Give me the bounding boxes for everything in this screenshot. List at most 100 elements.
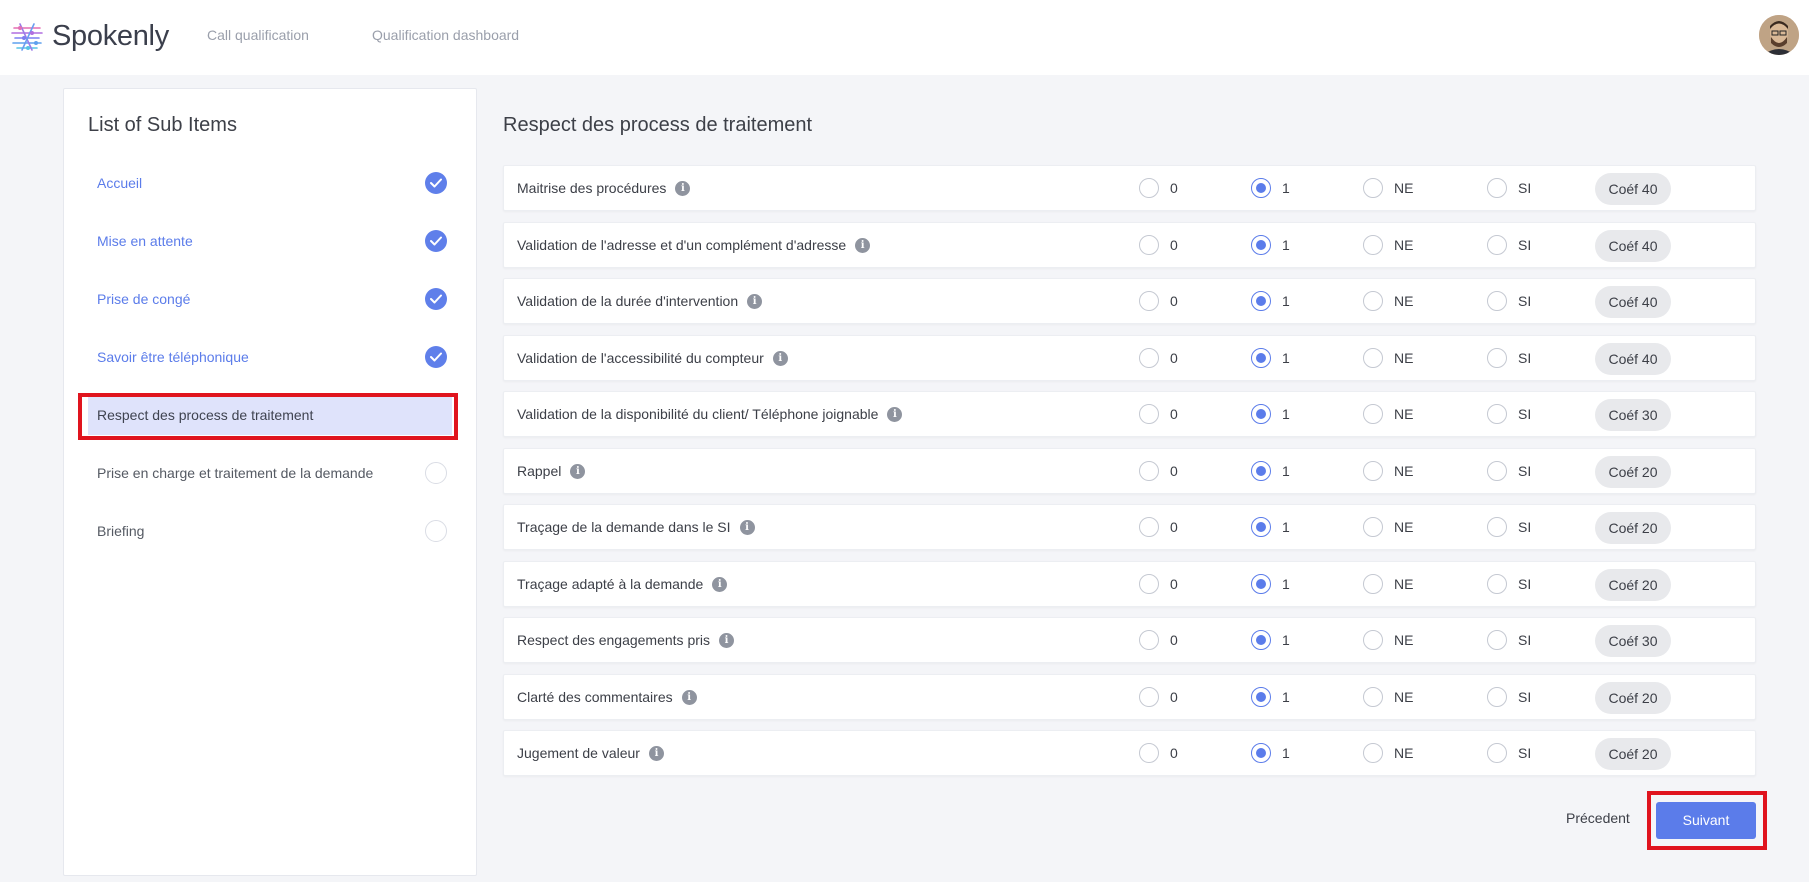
score-option[interactable]: NE (1363, 404, 1413, 424)
radio-checked-icon[interactable] (1251, 517, 1271, 537)
score-option[interactable]: 1 (1251, 630, 1290, 650)
info-icon[interactable] (887, 406, 903, 422)
radio-unchecked-icon[interactable] (1139, 630, 1159, 650)
radio-unchecked-icon[interactable] (1139, 687, 1159, 707)
sub-item-briefing[interactable]: Briefing (88, 511, 452, 551)
score-option[interactable]: SI (1487, 178, 1531, 198)
score-option[interactable]: NE (1363, 574, 1413, 594)
score-option[interactable]: 0 (1139, 687, 1178, 707)
score-option[interactable]: SI (1487, 291, 1531, 311)
score-option[interactable]: 0 (1139, 348, 1178, 368)
score-option[interactable]: SI (1487, 687, 1531, 707)
radio-unchecked-icon[interactable] (1487, 687, 1507, 707)
radio-unchecked-icon[interactable] (1487, 461, 1507, 481)
logo[interactable]: Spokenly (10, 16, 169, 56)
radio-checked-icon[interactable] (1251, 461, 1271, 481)
nav-call-qualification[interactable]: Call qualification (207, 27, 309, 43)
radio-checked-icon[interactable] (1251, 630, 1271, 650)
nav-qualification-dashboard[interactable]: Qualification dashboard (372, 27, 519, 43)
score-option[interactable]: 0 (1139, 404, 1178, 424)
info-icon[interactable] (648, 745, 664, 761)
info-icon[interactable] (772, 350, 788, 366)
score-option[interactable]: 0 (1139, 461, 1178, 481)
radio-checked-icon[interactable] (1251, 743, 1271, 763)
score-option[interactable]: 1 (1251, 291, 1290, 311)
radio-unchecked-icon[interactable] (1487, 348, 1507, 368)
sub-item-savoir-etre[interactable]: Savoir être téléphonique (88, 337, 452, 377)
score-option[interactable]: SI (1487, 574, 1531, 594)
radio-unchecked-icon[interactable] (1139, 461, 1159, 481)
radio-unchecked-icon[interactable] (1487, 743, 1507, 763)
radio-unchecked-icon[interactable] (1363, 178, 1383, 198)
radio-checked-icon[interactable] (1251, 404, 1271, 424)
score-option[interactable]: 0 (1139, 574, 1178, 594)
score-option[interactable]: SI (1487, 461, 1531, 481)
radio-unchecked-icon[interactable] (1487, 404, 1507, 424)
radio-checked-icon[interactable] (1251, 687, 1271, 707)
radio-checked-icon[interactable] (1251, 291, 1271, 311)
radio-unchecked-icon[interactable] (1363, 348, 1383, 368)
score-option[interactable]: SI (1487, 517, 1531, 537)
score-option[interactable]: 0 (1139, 291, 1178, 311)
score-option[interactable]: NE (1363, 743, 1413, 763)
score-option[interactable]: NE (1363, 348, 1413, 368)
info-icon[interactable] (747, 293, 763, 309)
radio-unchecked-icon[interactable] (1363, 235, 1383, 255)
score-option[interactable]: NE (1363, 235, 1413, 255)
info-icon[interactable] (570, 463, 586, 479)
score-option[interactable]: SI (1487, 630, 1531, 650)
info-icon[interactable] (681, 689, 697, 705)
score-option[interactable]: 0 (1139, 235, 1178, 255)
radio-unchecked-icon[interactable] (1363, 687, 1383, 707)
radio-unchecked-icon[interactable] (1363, 574, 1383, 594)
radio-unchecked-icon[interactable] (1139, 235, 1159, 255)
radio-unchecked-icon[interactable] (1363, 517, 1383, 537)
radio-unchecked-icon[interactable] (1487, 574, 1507, 594)
radio-unchecked-icon[interactable] (1139, 574, 1159, 594)
info-icon[interactable] (739, 519, 755, 535)
score-option[interactable]: 1 (1251, 178, 1290, 198)
score-option[interactable]: 1 (1251, 404, 1290, 424)
sub-item-prise-de-conge[interactable]: Prise de congé (88, 279, 452, 319)
radio-unchecked-icon[interactable] (1139, 517, 1159, 537)
score-option[interactable]: 1 (1251, 348, 1290, 368)
score-option[interactable]: SI (1487, 404, 1531, 424)
score-option[interactable]: NE (1363, 291, 1413, 311)
radio-unchecked-icon[interactable] (1487, 291, 1507, 311)
radio-unchecked-icon[interactable] (1487, 235, 1507, 255)
sub-item-accueil[interactable]: Accueil (88, 163, 452, 203)
score-option[interactable]: NE (1363, 461, 1413, 481)
score-option[interactable]: 0 (1139, 743, 1178, 763)
score-option[interactable]: NE (1363, 630, 1413, 650)
info-icon[interactable] (712, 576, 728, 592)
radio-unchecked-icon[interactable] (1363, 630, 1383, 650)
radio-unchecked-icon[interactable] (1139, 291, 1159, 311)
score-option[interactable]: 1 (1251, 517, 1290, 537)
radio-unchecked-icon[interactable] (1363, 461, 1383, 481)
score-option[interactable]: 1 (1251, 574, 1290, 594)
score-option[interactable]: 1 (1251, 235, 1290, 255)
avatar[interactable] (1759, 15, 1799, 55)
score-option[interactable]: 0 (1139, 517, 1178, 537)
radio-unchecked-icon[interactable] (1139, 178, 1159, 198)
radio-unchecked-icon[interactable] (1363, 291, 1383, 311)
radio-checked-icon[interactable] (1251, 178, 1271, 198)
sub-item-prise-en-charge[interactable]: Prise en charge et traitement de la dema… (88, 453, 452, 493)
score-option[interactable]: SI (1487, 743, 1531, 763)
info-icon[interactable] (675, 180, 691, 196)
score-option[interactable]: 1 (1251, 687, 1290, 707)
sub-item-mise-en-attente[interactable]: Mise en attente (88, 221, 452, 261)
score-option[interactable]: SI (1487, 235, 1531, 255)
radio-unchecked-icon[interactable] (1487, 630, 1507, 650)
score-option[interactable]: NE (1363, 178, 1413, 198)
radio-checked-icon[interactable] (1251, 348, 1271, 368)
radio-unchecked-icon[interactable] (1139, 743, 1159, 763)
score-option[interactable]: 1 (1251, 461, 1290, 481)
score-option[interactable]: SI (1487, 348, 1531, 368)
radio-checked-icon[interactable] (1251, 235, 1271, 255)
radio-unchecked-icon[interactable] (1139, 404, 1159, 424)
score-option[interactable]: NE (1363, 687, 1413, 707)
radio-unchecked-icon[interactable] (1363, 404, 1383, 424)
radio-unchecked-icon[interactable] (1363, 743, 1383, 763)
radio-checked-icon[interactable] (1251, 574, 1271, 594)
